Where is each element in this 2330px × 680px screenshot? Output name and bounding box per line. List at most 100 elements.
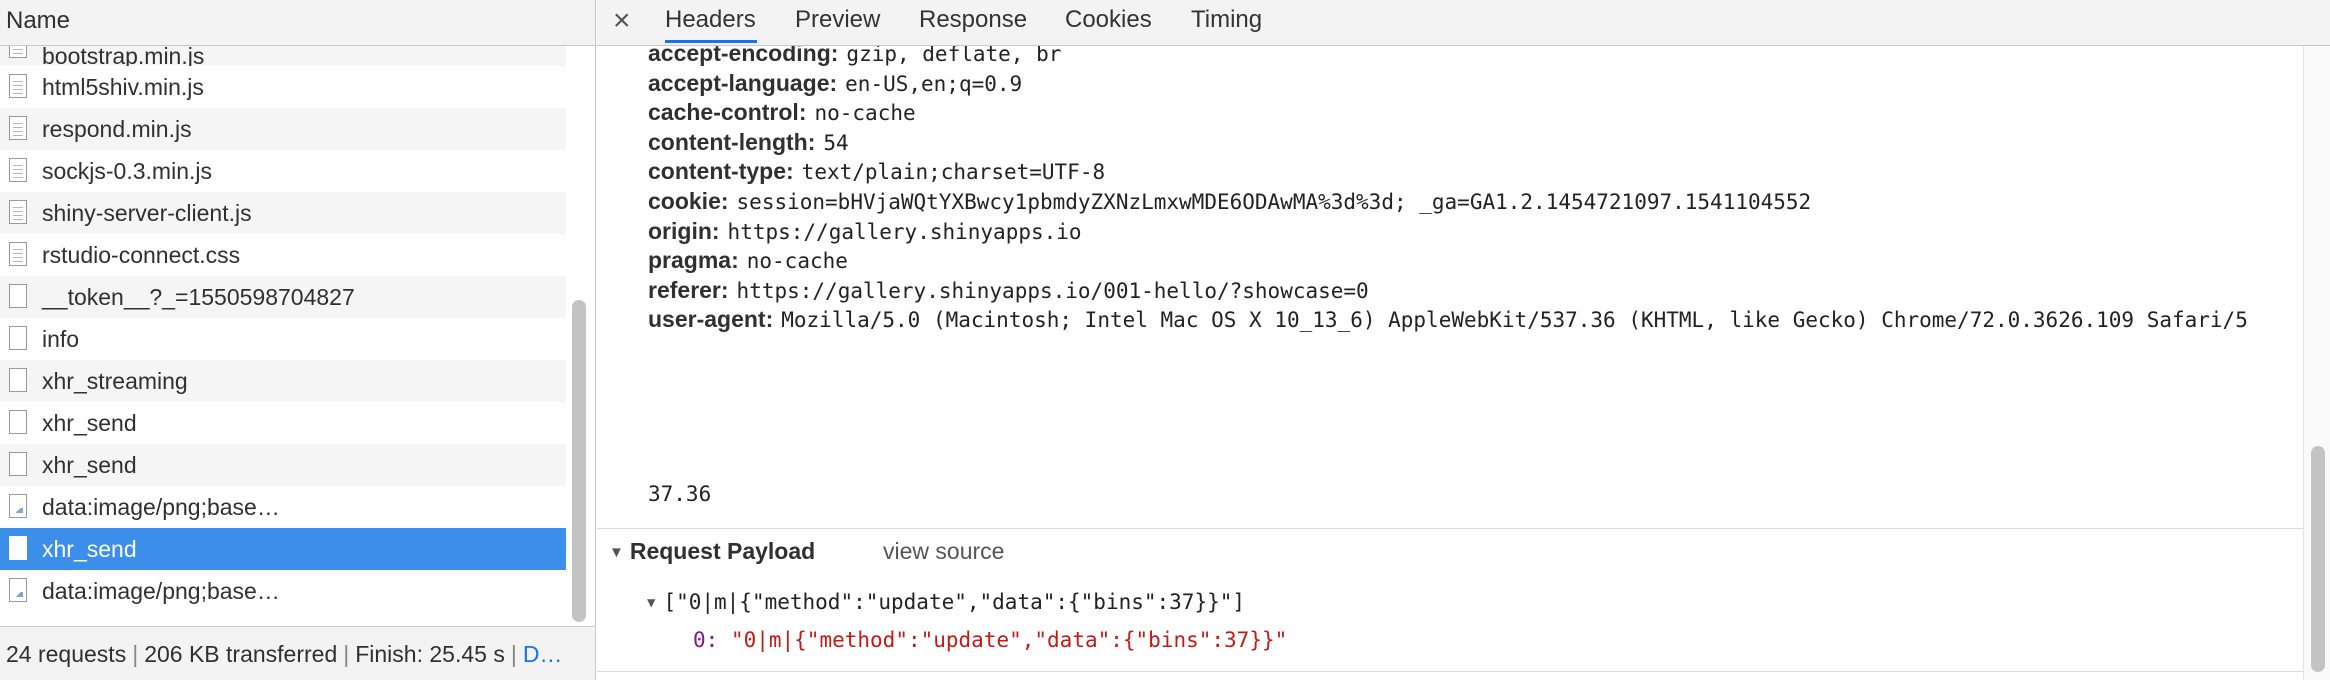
request-name: info — [42, 326, 80, 352]
tab-timing[interactable]: Timing — [1191, 0, 1262, 40]
expand-triangle-icon: ▼ — [609, 544, 624, 561]
script-file-icon — [9, 200, 27, 224]
script-file-icon — [9, 242, 27, 266]
header-name: user-agent: — [648, 306, 774, 333]
header-name: content-type: — [648, 158, 794, 185]
details-scrollbar[interactable] — [2311, 446, 2325, 672]
section-divider — [597, 528, 2303, 529]
request-name: sockjs-0.3.min.js — [42, 158, 212, 184]
payload-item-value: "0|m|{"method":"update","data":{"bins":3… — [730, 628, 1288, 652]
request-name: xhr_streaming — [42, 368, 188, 394]
network-status-bar: 24 requests | 206 KB transferred | Finish: 2… — [0, 626, 595, 680]
header-name: accept-encoding: — [648, 46, 839, 66]
request-list-panel: Name bootstrap.min.js html5shiv.min.js res… — [0, 0, 596, 680]
payload-item: 0: "0|m|{"method":"update","data":{"bins… — [693, 628, 1287, 652]
header-value: Mozilla/5.0 (Macintosh; Intel Mac OS X 1… — [781, 308, 2248, 333]
header-row: referer: https://gallery.shinyapps.io/001… — [648, 277, 1369, 304]
transferred-size: 206 KB transferred — [144, 641, 338, 667]
separator: | — [343, 641, 350, 667]
header-row: accept-language: en-US,en;q=0.9 — [648, 70, 1022, 97]
request-row[interactable]: bootstrap.min.js — [0, 46, 566, 66]
header-name: cookie: — [648, 188, 729, 214]
request-row[interactable]: respond.min.js — [0, 108, 566, 150]
view-source-link[interactable]: view source — [883, 538, 1004, 565]
header-name: content-length: — [648, 128, 816, 155]
header-name: accept-language: — [648, 69, 838, 96]
request-row[interactable]: xhr_send — [0, 444, 566, 486]
separator: | — [510, 641, 517, 667]
script-file-icon — [9, 74, 27, 98]
blank-file-icon — [9, 368, 27, 392]
header-name: origin: — [648, 217, 720, 244]
request-row[interactable]: data:image/png;base… — [0, 486, 566, 528]
tab-preview[interactable]: Preview — [795, 0, 880, 40]
blank-file-icon — [9, 410, 27, 434]
request-name: xhr_send — [42, 452, 137, 478]
request-row[interactable]: sockjs-0.3.min.js — [0, 150, 566, 192]
payload-array-toggle[interactable]: ▼ ["0|m|{"method":"update","data":{"bins"… — [647, 590, 1245, 614]
header-value: text/plain;charset=UTF-8 — [801, 160, 1106, 185]
image-file-icon — [9, 578, 27, 602]
header-row: content-length: 54 — [648, 129, 849, 156]
payload-item-index: 0: — [693, 628, 719, 652]
header-value: 54 — [823, 130, 849, 155]
request-name: data:image/png;base… — [42, 494, 280, 520]
header-name: referer: — [648, 276, 729, 303]
header-row: accept-encoding: gzip, deflate, br — [648, 46, 1061, 67]
header-name: pragma: — [648, 247, 739, 274]
request-headers-section: 37.36 accept-encoding: gzip, deflate, br a… — [597, 46, 2303, 530]
dom-content-loaded-link[interactable]: D… — [523, 641, 563, 667]
separator: | — [132, 641, 139, 667]
request-row[interactable]: rstudio-connect.css — [0, 234, 566, 276]
request-row-selected[interactable]: xhr_send — [0, 528, 566, 570]
request-payload-title: Request Payload — [629, 538, 816, 564]
request-list-scrollbar[interactable] — [572, 300, 586, 622]
request-name: __token__?_=1550598704827 — [42, 284, 355, 310]
header-row: cache-control: no-cache — [648, 99, 916, 126]
request-name: html5shiv.min.js — [42, 74, 204, 100]
header-value: no-cache — [746, 249, 848, 274]
header-name: cache-control: — [648, 99, 807, 126]
request-row[interactable]: shiny-server-client.js — [0, 192, 566, 234]
request-name: shiny-server-client.js — [42, 200, 252, 226]
tab-headers[interactable]: Headers — [665, 0, 757, 43]
header-value: session=bHVjaWQtYXBwcy1pbmdyZXNzLmxwMDE6… — [736, 190, 1812, 214]
header-value: https://gallery.shinyapps.io/001-hello/?… — [736, 278, 1369, 303]
header-value: https://gallery.shinyapps.io — [727, 219, 1082, 244]
request-row[interactable]: __token__?_=1550598704827 — [0, 276, 566, 318]
header-row: user-agent: Mozilla/5.0 (Macintosh; Intel… — [648, 306, 2248, 333]
name-column-header[interactable]: Name — [0, 0, 595, 46]
script-file-icon — [9, 116, 27, 140]
tab-cookies[interactable]: Cookies — [1065, 0, 1152, 40]
blank-file-icon — [9, 326, 27, 350]
request-name: xhr_send — [42, 410, 137, 436]
header-value: en-US,en;q=0.9 — [845, 71, 1023, 96]
header-row: origin: https://gallery.shinyapps.io — [648, 218, 1082, 245]
tab-response[interactable]: Response — [919, 0, 1027, 40]
header-value: gzip, deflate, br — [846, 46, 1062, 66]
request-row[interactable]: xhr_send — [0, 402, 566, 444]
blank-file-icon — [9, 284, 27, 308]
header-row: cookie: session=bHVjaWQtYXBwcy1pbmdyZXNzL… — [648, 188, 1811, 215]
request-row[interactable]: html5shiv.min.js — [0, 66, 566, 108]
script-file-icon — [9, 158, 27, 182]
header-value: no-cache — [814, 101, 916, 126]
header-row: pragma: no-cache — [648, 247, 848, 274]
request-list: bootstrap.min.js html5shiv.min.js respond.… — [0, 46, 566, 626]
request-name: data:image/png;base… — [42, 578, 280, 604]
user-agent-continuation: 37.36 — [648, 482, 712, 506]
blank-file-icon — [9, 536, 27, 560]
header-row: content-type: text/plain;charset=UTF-8 — [648, 158, 1105, 185]
close-icon[interactable]: × — [613, 2, 631, 40]
request-row[interactable]: info — [0, 318, 566, 360]
request-row[interactable]: xhr_streaming — [0, 360, 566, 402]
details-tab-bar: × Headers Preview Response Cookies Timin… — [597, 0, 2330, 46]
payload-array-summary: ["0|m|{"method":"update","data":{"bins":… — [663, 590, 1246, 614]
request-payload-toggle[interactable]: ▼ Request Payload — [609, 538, 815, 565]
request-name: bootstrap.min.js — [42, 46, 205, 66]
finish-time: Finish: 25.45 s — [355, 641, 505, 667]
expand-triangle-icon: ▼ — [647, 595, 656, 611]
request-name: respond.min.js — [42, 116, 192, 142]
request-row[interactable]: data:image/png;base… — [0, 570, 566, 612]
section-divider — [597, 671, 2303, 672]
